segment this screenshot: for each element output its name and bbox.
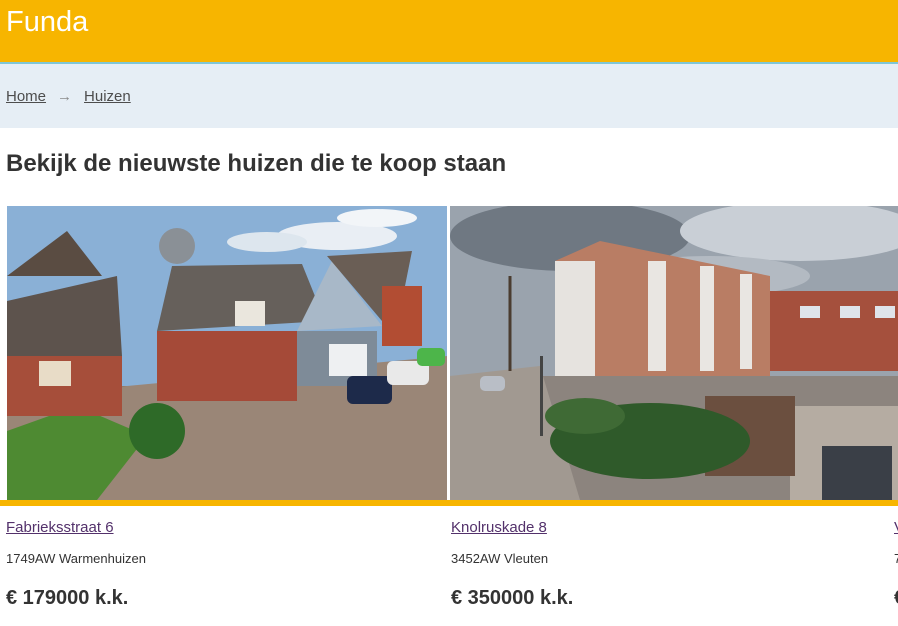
breadcrumb-arrow-icon: → bbox=[57, 88, 73, 105]
breadcrumb: Home → Huizen bbox=[6, 88, 131, 105]
listing-card-2[interactable] bbox=[450, 206, 898, 500]
listing-1-price: € 179000 k.k. bbox=[6, 587, 129, 609]
listing-3-clip: V 7 € bbox=[894, 500, 898, 626]
breadcrumb-bar: Home → Huizen bbox=[0, 62, 898, 128]
listing-photo-1[interactable] bbox=[7, 206, 447, 500]
listing-3-address-link[interactable]: V bbox=[894, 519, 898, 536]
listing-1-address-link[interactable]: Fabrieksstraat 6 bbox=[6, 519, 114, 536]
listing-3-postal-city: 7 bbox=[894, 551, 898, 566]
listing-card-1[interactable] bbox=[7, 206, 447, 500]
breadcrumb-home-link[interactable]: Home bbox=[6, 88, 46, 105]
listing-3-price: € bbox=[894, 587, 898, 610]
funda-logo[interactable]: Funda bbox=[6, 6, 88, 39]
listing-2-postal-city: 3452AW Vleuten bbox=[451, 551, 549, 566]
listings-divider bbox=[0, 500, 898, 506]
listing-2-address-link[interactable]: Knolruskade 8 bbox=[451, 519, 547, 536]
page-title: Bekijk de nieuwste huizen die te koop st… bbox=[6, 150, 507, 177]
site-header: Funda bbox=[0, 0, 898, 62]
listing-photo-2[interactable] bbox=[450, 206, 898, 500]
listing-1-postal-city: 1749AW Warmenhuizen bbox=[6, 551, 146, 566]
listing-2-price: € 350000 k.k. bbox=[451, 587, 574, 609]
breadcrumb-huizen-link[interactable]: Huizen bbox=[84, 88, 131, 105]
